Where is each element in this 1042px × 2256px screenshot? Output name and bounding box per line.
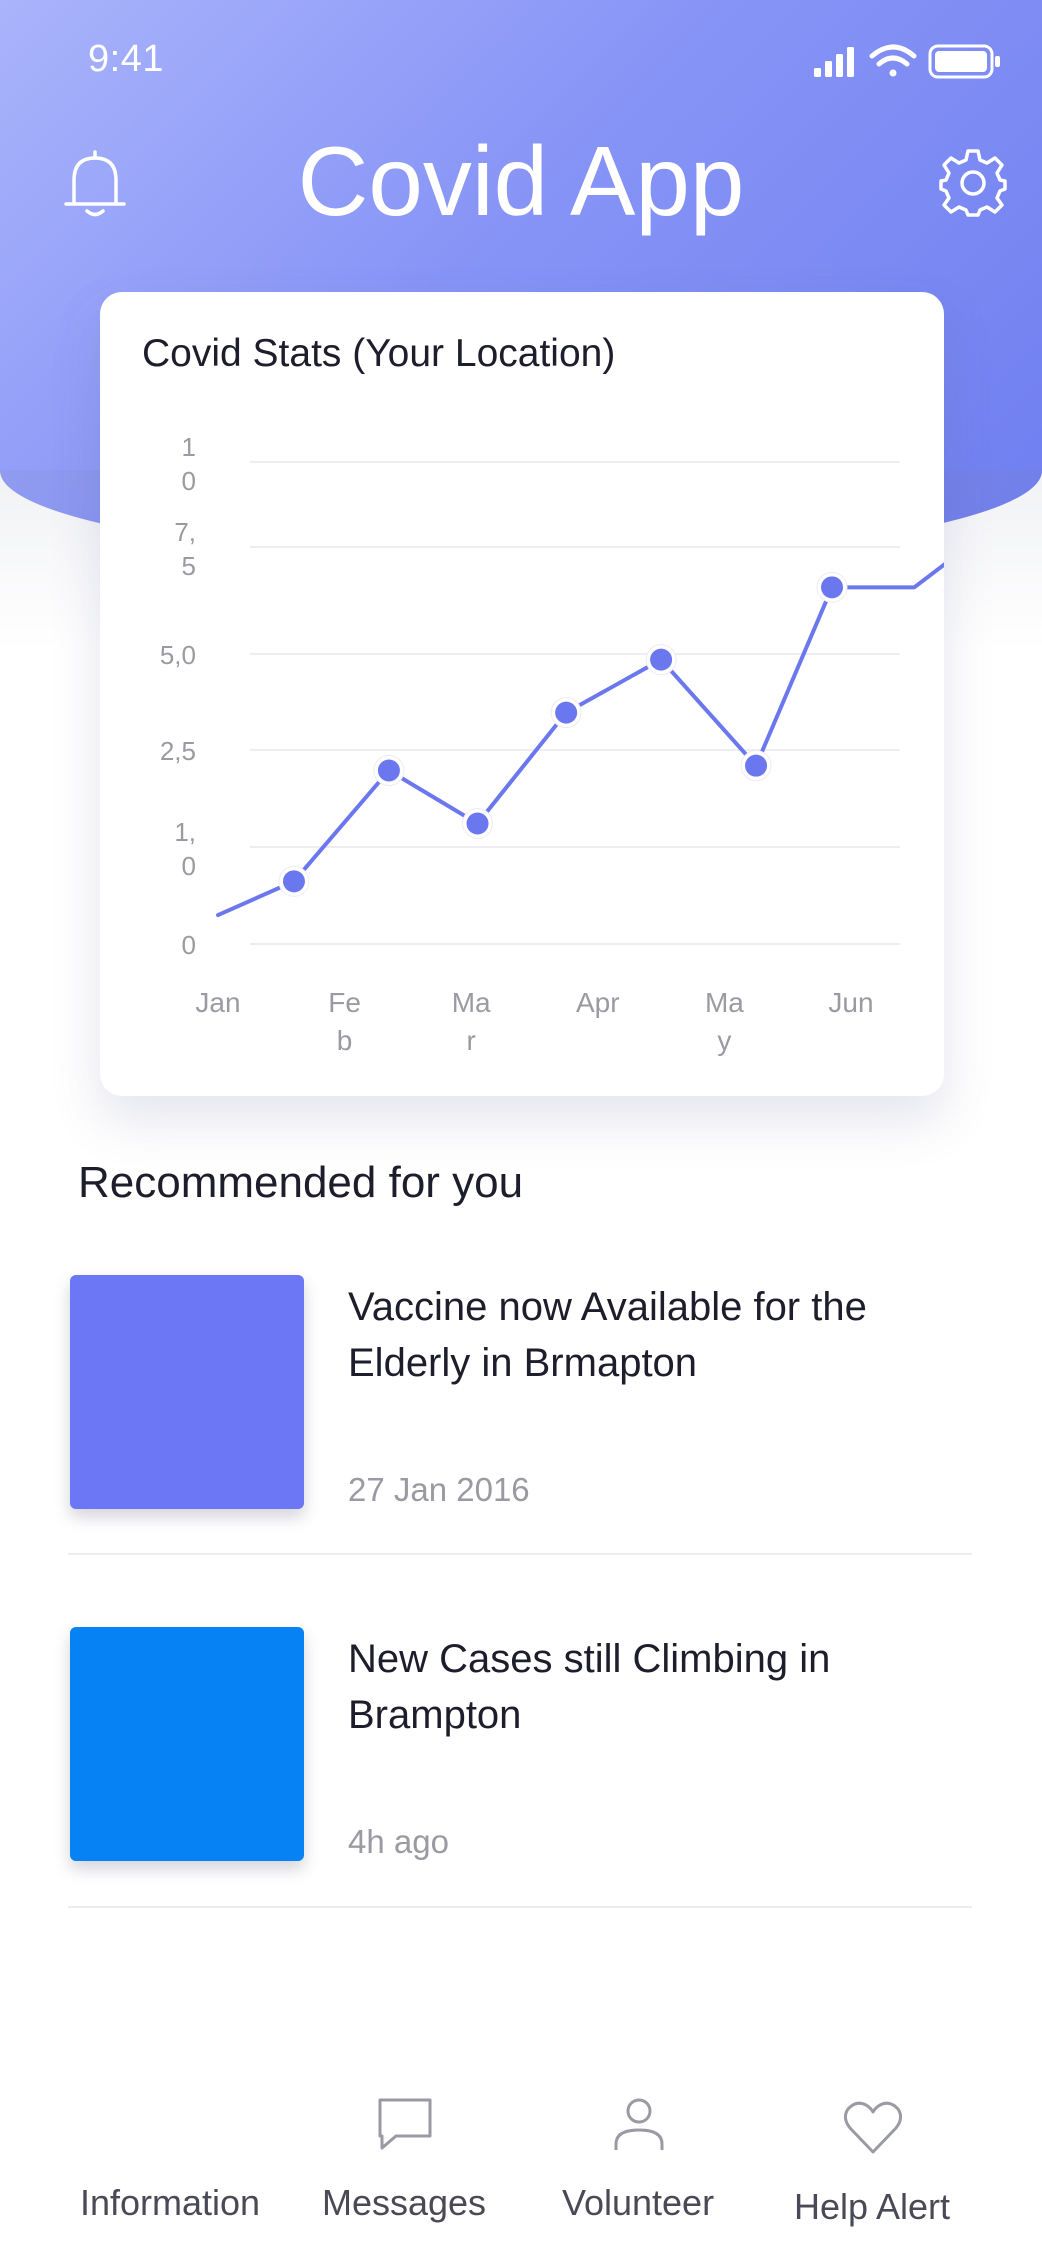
- recommended-title: Recommended for you: [78, 1158, 524, 1207]
- wifi-icon: [869, 44, 917, 77]
- y-tick-label: 10: [182, 432, 196, 496]
- y-tick-label: 7, 5: [174, 517, 196, 581]
- news-thumbnail[interactable]: [70, 1627, 304, 1861]
- x-tick-label: Jan: [195, 987, 240, 1018]
- y-tick-label: 2,5: [160, 736, 196, 766]
- stats-card: Covid Stats (Your Location) 1 0 7, 5 5,0 2,5 1…: [100, 292, 944, 1096]
- stats-chart: 1 0 7, 5 5,0 2,5 1, 0 0 Jan Fe b Ma r Apr Ma y Jun: [160, 432, 944, 1056]
- news-date: 27 Jan 2016: [348, 1471, 530, 1508]
- y-tick-label: 0: [182, 930, 196, 960]
- data-point: [377, 759, 400, 782]
- status-icons: [814, 44, 1000, 79]
- tab-help-alert[interactable]: Help Alert: [752, 2080, 992, 2256]
- x-tick-label: Ma r: [452, 987, 491, 1056]
- tab-information[interactable]: Information: [50, 2080, 290, 2256]
- x-tick-label: Apr: [576, 987, 620, 1018]
- data-point: [466, 812, 489, 835]
- tab-bar: Information Messages Volunteer Help Aler…: [0, 2080, 1042, 2256]
- tab-label: Help Alert: [793, 2186, 951, 2227]
- data-point: [650, 648, 673, 671]
- app-title: Covid App: [297, 126, 745, 236]
- news-title[interactable]: New Cases still Climbing in Brampton: [348, 1631, 968, 1743]
- tab-label: Messages: [321, 2182, 487, 2223]
- data-point: [555, 701, 578, 724]
- x-tick-label: Fe b: [328, 987, 361, 1056]
- gear-icon[interactable]: [938, 148, 1008, 218]
- tab-messages[interactable]: Messages: [284, 2080, 524, 2256]
- heart-icon: [843, 2101, 903, 2154]
- news-item[interactable]: New Cases still Climbing in Brampton 4h …: [68, 1627, 974, 1927]
- x-tick-label: Ma y: [705, 987, 744, 1056]
- user-icon: [614, 2098, 664, 2150]
- news-title[interactable]: Vaccine now Available for the Elderly in…: [348, 1279, 968, 1391]
- tab-volunteer[interactable]: Volunteer: [518, 2080, 758, 2256]
- battery-icon: [928, 44, 1000, 79]
- news-time: 4h ago: [348, 1823, 449, 1860]
- y-tick-label: 5,0: [160, 640, 196, 670]
- news-item[interactable]: Vaccine now Available for the Elderly in…: [68, 1275, 974, 1575]
- series-line: [216, 562, 944, 918]
- message-icon: [378, 2098, 432, 2150]
- divider: [68, 1906, 972, 1908]
- data-point: [821, 576, 844, 599]
- divider: [68, 1553, 972, 1555]
- news-thumbnail[interactable]: [70, 1275, 304, 1509]
- signal-icon: [814, 47, 854, 77]
- y-tick-label: 1, 0: [174, 817, 196, 881]
- data-point: [282, 870, 305, 893]
- tab-label: Volunteer: [561, 2182, 715, 2223]
- status-time: 9:41: [88, 38, 164, 80]
- tab-label: Information: [79, 2182, 261, 2223]
- x-tick-label: Jun: [828, 987, 873, 1018]
- data-point: [745, 754, 768, 777]
